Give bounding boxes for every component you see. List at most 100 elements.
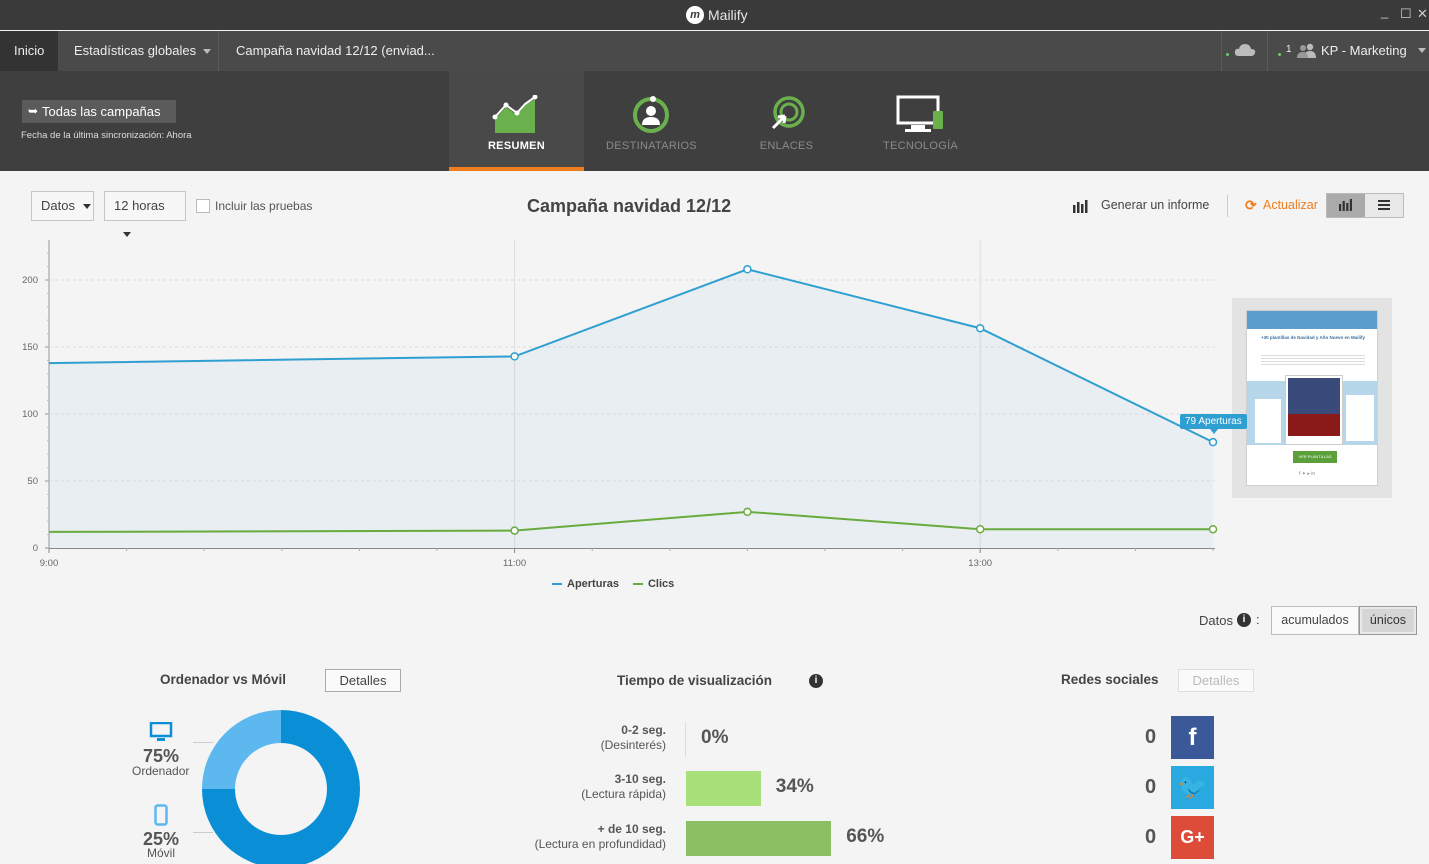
status-dot xyxy=(1226,53,1229,56)
series-area-aperturas xyxy=(49,269,1213,548)
view-mode-toggle xyxy=(1326,193,1404,218)
view-time-bar xyxy=(686,771,761,806)
datos-toggle-label: Datos xyxy=(1199,613,1233,628)
datos-colon: : xyxy=(1256,612,1260,627)
unique-button[interactable]: únicos xyxy=(1359,606,1417,635)
maximize-button[interactable]: ☐ xyxy=(1400,6,1412,22)
info-icon[interactable]: i xyxy=(809,674,823,688)
x-tick-label: 9:00 xyxy=(40,558,59,569)
refresh-icon: ⟳ xyxy=(1245,197,1257,213)
email-preview-thumbnail: +30 plantillas de Navidad y Año Nuevo en… xyxy=(1246,310,1378,486)
include-tests-checkbox[interactable] xyxy=(196,199,210,213)
devices-details-button[interactable]: Detalles xyxy=(325,669,401,692)
info-icon[interactable]: i xyxy=(1237,613,1251,627)
tab-resumen-label: RESUMEN xyxy=(487,140,546,152)
tab-destinatarios[interactable]: DESTINATARIOS xyxy=(584,71,719,171)
user-name: KP - Marketing xyxy=(1321,43,1407,58)
facebook-icon[interactable]: f xyxy=(1171,716,1214,759)
bar-chart-icon xyxy=(1073,200,1088,213)
user-count: 1 xyxy=(1286,44,1292,55)
tooltip-tail xyxy=(1210,429,1218,434)
breadcrumb-global-stats-label: Estadísticas globales xyxy=(74,43,197,58)
x-tick-label: 13:00 xyxy=(968,558,992,569)
view-time-label: + de 10 seg. (Lectura en profundidad) xyxy=(516,822,666,852)
data-point-clics xyxy=(743,507,752,517)
preview-heading: +30 plantillas de Navidad y Año Nuevo en… xyxy=(1261,335,1365,340)
data-point-aperturas xyxy=(510,352,519,361)
view-time-description: (Lectura en profundidad) xyxy=(534,837,666,851)
preview-cta: VER PLANTILLAS xyxy=(1293,451,1337,463)
view-time-label: 0-2 seg. (Desinterés) xyxy=(516,723,666,753)
mailify-logo-icon: m xyxy=(686,6,704,24)
minimize-button[interactable]: _ xyxy=(1381,4,1388,19)
mobile-label: Móvil xyxy=(147,846,176,860)
cumulative-button[interactable]: acumulados xyxy=(1271,606,1359,635)
devices-title: Ordenador vs Móvil xyxy=(160,672,287,687)
cloud-sync-button[interactable] xyxy=(1221,31,1267,71)
mobile-icon xyxy=(154,804,168,826)
legend-item-clics[interactable]: Clics xyxy=(632,578,675,590)
time-range-value: 12 horas xyxy=(114,198,165,213)
x-axis-ticks: 9:00 11:00 13:00 xyxy=(40,548,1214,569)
tab-resumen[interactable]: RESUMEN xyxy=(449,71,584,171)
chart-tooltip: 79 Aperturas xyxy=(1180,414,1247,429)
legend-label: Clics xyxy=(647,578,675,590)
tab-enlaces-label: ENLACES xyxy=(759,140,814,152)
chevron-down-icon xyxy=(1418,48,1426,53)
breadcrumb-global-stats[interactable]: Estadísticas globales xyxy=(58,31,218,71)
line-chart-icon xyxy=(492,95,538,133)
app-title: m Mailify xyxy=(686,6,748,24)
window-title-bar: m Mailify _ ☐ ✕ xyxy=(0,0,1429,30)
all-campaigns-label: Todas las campañas xyxy=(42,104,161,119)
google-plus-icon[interactable]: G+ xyxy=(1171,816,1214,859)
list-icon xyxy=(1378,200,1390,210)
tab-tecnologia[interactable]: TECNOLOGÍA xyxy=(853,71,988,171)
view-time-bar xyxy=(686,821,832,856)
datos-select[interactable]: Datos xyxy=(31,191,94,221)
list-view-button[interactable] xyxy=(1365,194,1403,217)
view-time-percentage: 66% xyxy=(846,826,885,847)
y-tick-label: 200 xyxy=(22,275,38,286)
legend-label: Aperturas xyxy=(567,578,619,590)
tab-tecnologia-label: TECNOLOGÍA xyxy=(882,140,959,152)
data-point-aperturas xyxy=(1208,437,1218,447)
view-time-label: 3-10 seg. (Lectura rápida) xyxy=(516,772,666,802)
y-tick-label: 0 xyxy=(33,543,38,554)
preview-text-lines xyxy=(1261,353,1365,367)
view-time-range: 3-10 seg. xyxy=(614,772,666,786)
desktop-label: Ordenador xyxy=(132,764,190,778)
breadcrumb-campaign[interactable]: Campaña navidad 12/12 (enviad... xyxy=(218,31,435,71)
y-axis-ticks: 0 50 100 150 200 xyxy=(22,252,49,554)
data-point-aperturas xyxy=(975,323,985,333)
tab-enlaces[interactable]: ENLACES xyxy=(719,71,854,171)
app-name: Mailify xyxy=(708,7,748,23)
data-point-clics xyxy=(1208,524,1218,534)
view-time-percentage: 0% xyxy=(701,727,729,748)
generate-report-button[interactable]: Generar un informe xyxy=(1101,198,1209,212)
preview-social-icons: f ✦ ▸ in xyxy=(1299,471,1316,477)
recipients-icon xyxy=(633,96,669,133)
time-range-select[interactable]: 12 horas xyxy=(104,191,186,238)
users-icon xyxy=(1297,43,1316,58)
close-button[interactable]: ✕ xyxy=(1417,6,1428,22)
all-campaigns-button[interactable]: ➥ Todas las campañas xyxy=(22,100,176,123)
campaign-header: ➥ Todas las campañas Fecha de la última … xyxy=(0,71,1429,171)
chart-view-button[interactable] xyxy=(1327,194,1365,217)
legend-item-aperturas[interactable]: Aperturas xyxy=(552,578,619,590)
refresh-button[interactable]: Actualizar xyxy=(1263,198,1318,212)
devices-icon xyxy=(896,95,943,132)
preview-template-card xyxy=(1285,375,1343,445)
breadcrumb-home[interactable]: Inicio xyxy=(0,31,58,71)
view-time-description: (Lectura rápida) xyxy=(581,787,666,801)
legend-swatch xyxy=(552,583,562,585)
email-preview[interactable]: +30 plantillas de Navidad y Año Nuevo en… xyxy=(1232,298,1392,498)
last-sync-text: Fecha de la última sincronización: Ahora xyxy=(21,130,192,141)
toolbar-divider xyxy=(1227,195,1228,217)
view-time-title: Tiempo de visualización xyxy=(617,673,773,688)
preview-header xyxy=(1247,311,1377,329)
opens-clicks-chart: 0 50 100 150 200 9:00 11:00 13:00 xyxy=(22,240,1218,569)
social-details-button[interactable]: Detalles xyxy=(1178,669,1254,692)
twitter-icon[interactable]: 🐦 xyxy=(1171,766,1214,809)
user-menu[interactable]: 1 KP - Marketing xyxy=(1267,31,1429,71)
chart-series xyxy=(48,265,1218,548)
